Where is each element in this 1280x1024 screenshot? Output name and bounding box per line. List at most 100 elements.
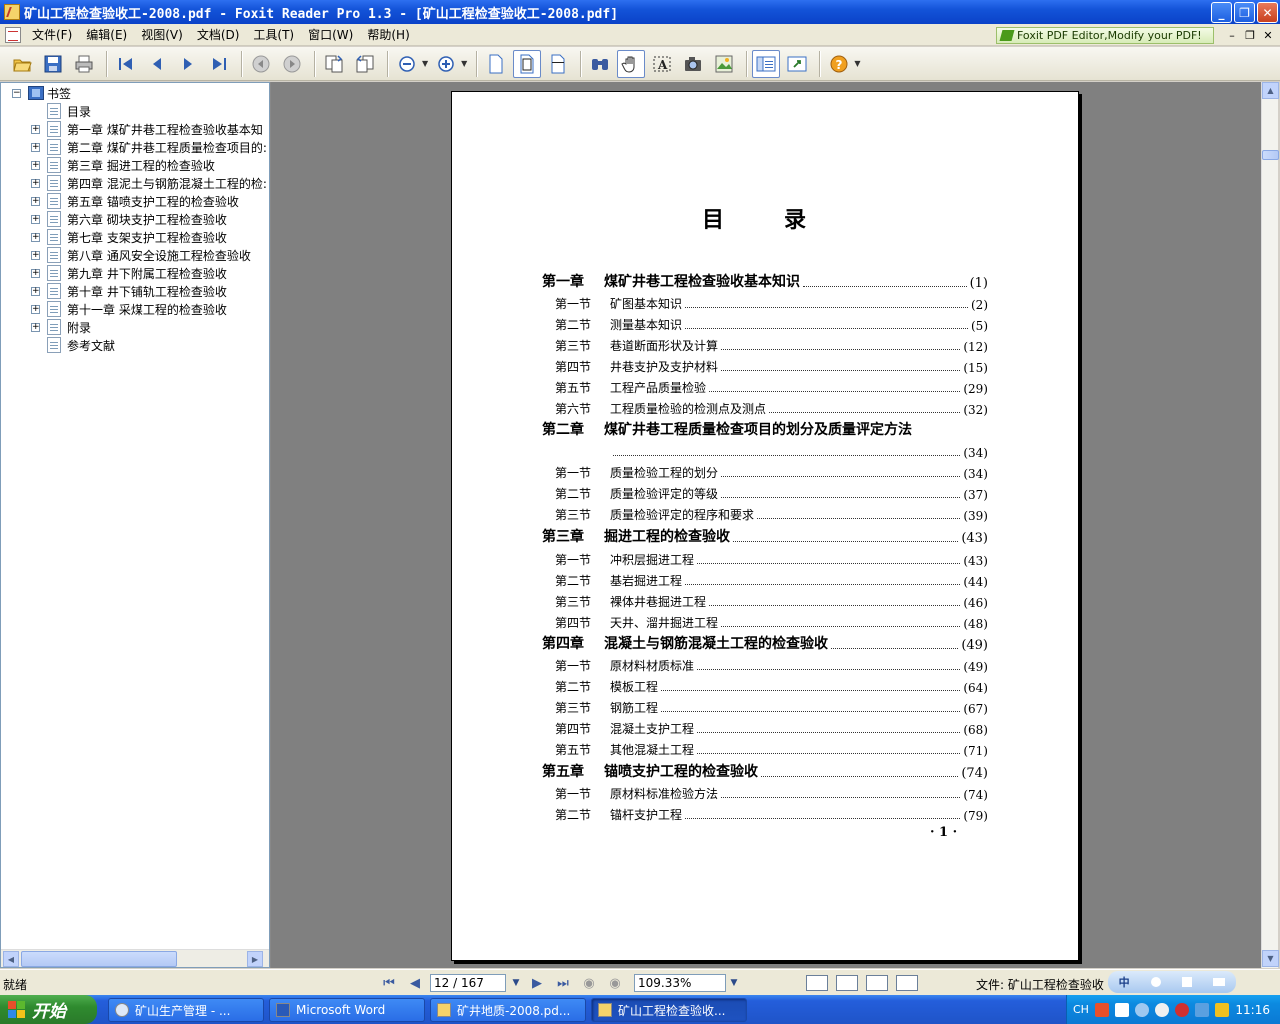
expand-icon[interactable]: + xyxy=(31,215,40,224)
bookmark-hscrollbar[interactable]: ◀ ▶ xyxy=(1,949,269,967)
snapshot-icon[interactable] xyxy=(679,50,707,78)
print-icon[interactable] xyxy=(70,50,98,78)
toc-chapter[interactable]: 第三章 掘进工程的检查验收 (43) xyxy=(542,525,988,546)
toc-section[interactable]: (34) xyxy=(610,439,988,460)
page-number-input[interactable]: 12 / 167 xyxy=(430,974,506,992)
expand-icon[interactable]: + xyxy=(31,125,40,134)
expand-icon[interactable]: + xyxy=(31,143,40,152)
menu-edit[interactable]: 编辑(E) xyxy=(79,24,134,46)
toc-chapter[interactable]: 第一章 煤矿井巷工程检查验收基本知识 (1) xyxy=(542,270,988,291)
toc-section[interactable]: 第五节 其他混凝土工程 (71) xyxy=(555,737,988,758)
doc-restore-button[interactable]: ❐ xyxy=(1242,27,1258,43)
close-button[interactable]: ✕ xyxy=(1257,2,1278,23)
scroll-right-icon[interactable]: ▶ xyxy=(247,951,263,967)
promo-banner[interactable]: Foxit PDF Editor,Modify your PDF! xyxy=(996,27,1214,44)
status-forward-icon[interactable]: ◉ xyxy=(602,973,628,993)
ime-chinese-label[interactable]: 中 xyxy=(1119,974,1130,990)
menu-view[interactable]: 视图(V) xyxy=(134,24,190,46)
bookmark-item[interactable]: + 第一章 煤矿井巷工程检查验收基本知 xyxy=(1,120,269,138)
expand-icon[interactable]: + xyxy=(31,251,40,260)
bookmark-root[interactable]: − 书签 xyxy=(1,84,269,102)
ime-punct-icon[interactable] xyxy=(1182,977,1193,987)
bookmark-item[interactable]: 参考文献 xyxy=(1,336,269,354)
help-dropdown-icon[interactable]: ▼ xyxy=(854,59,860,68)
toc-section[interactable]: 第一节 质量检验工程的划分 (34) xyxy=(555,460,988,481)
toc-section[interactable]: 第二节 基岩掘进工程 (44) xyxy=(555,568,988,589)
menu-document[interactable]: 文档(D) xyxy=(190,24,247,46)
toc-section[interactable]: 第三节 质量检验评定的程序和要求 (39) xyxy=(555,502,988,523)
pen-icon[interactable] xyxy=(1214,1002,1229,1017)
menu-help[interactable]: 帮助(H) xyxy=(360,24,416,46)
ime-moon-icon[interactable] xyxy=(1150,977,1161,987)
taskbar-item-word[interactable]: Microsoft Word xyxy=(269,998,425,1022)
document-icon[interactable] xyxy=(5,26,21,43)
expand-icon[interactable]: + xyxy=(31,179,40,188)
ime-toolbar[interactable]: 中 xyxy=(1108,971,1236,993)
toc-section[interactable]: 第一节 矿图基本知识 (2) xyxy=(555,291,988,312)
menu-window[interactable]: 窗口(W) xyxy=(301,24,360,46)
collapse-icon[interactable]: − xyxy=(12,89,21,98)
taskbar-item-mining-management[interactable]: 矿山生产管理 - ... xyxy=(108,998,264,1022)
zoom-in-dropdown-icon[interactable]: ▼ xyxy=(461,59,467,68)
toc-chapter[interactable]: 第二章 煤矿井巷工程质量检查项目的划分及质量评定方法 xyxy=(542,418,988,439)
toc-section[interactable]: 第五节 工程产品质量检验 (29) xyxy=(555,375,988,396)
bookmark-item[interactable]: + 第二章 煤矿井巷工程质量检查项目的: xyxy=(1,138,269,156)
facing-icon[interactable] xyxy=(866,975,888,991)
expand-icon[interactable]: + xyxy=(31,287,40,296)
vscroll-thumb[interactable] xyxy=(1262,150,1279,160)
tray-arrow-icon[interactable] xyxy=(1134,1002,1149,1017)
foxit-app-icon[interactable] xyxy=(4,4,20,20)
status-last-page-icon[interactable]: ⏭ xyxy=(550,973,576,993)
bookmark-item[interactable]: + 第五章 锚喷支护工程的检查验收 xyxy=(1,192,269,210)
network-icon[interactable] xyxy=(1194,1002,1209,1017)
scroll-up-icon[interactable]: ▲ xyxy=(1262,82,1279,99)
continuous-facing-icon[interactable] xyxy=(896,975,918,991)
bookmark-item[interactable]: + 第七章 支架支护工程检查验收 xyxy=(1,228,269,246)
first-page-icon[interactable] xyxy=(112,50,140,78)
status-prev-page-icon[interactable]: ◀ xyxy=(402,973,428,993)
status-first-page-icon[interactable]: ⏮ xyxy=(376,973,402,993)
antivirus-icon[interactable] xyxy=(1174,1002,1189,1017)
expand-icon[interactable]: + xyxy=(31,161,40,170)
bookmark-item[interactable]: 目录 xyxy=(1,102,269,120)
toc-section[interactable]: 第一节 冲积层掘进工程 (43) xyxy=(555,547,988,568)
help-icon[interactable]: ? xyxy=(825,50,853,78)
toc-section[interactable]: 第二节 锚杆支护工程 (79) xyxy=(555,802,988,823)
expand-icon[interactable]: + xyxy=(31,269,40,278)
bookmark-panel-icon[interactable] xyxy=(752,49,781,78)
scroll-left-icon[interactable]: ◀ xyxy=(3,951,19,967)
doc-minimize-button[interactable]: – xyxy=(1224,27,1240,43)
full-screen-icon[interactable] xyxy=(783,50,811,78)
bookmark-item[interactable]: + 第三章 掘进工程的检查验收 xyxy=(1,156,269,174)
taskbar-item-inspection-pdf[interactable]: 矿山工程检查验收... xyxy=(591,998,747,1022)
toc-section[interactable]: 第三节 裸体井巷掘进工程 (46) xyxy=(555,589,988,610)
status-next-page-icon[interactable]: ▶ xyxy=(524,973,550,993)
hscroll-thumb[interactable] xyxy=(21,951,177,967)
bookmark-item[interactable]: + 第九章 井下附属工程检查验收 xyxy=(1,264,269,282)
toc-section[interactable]: 第三节 钢筋工程 (67) xyxy=(555,695,988,716)
expand-icon[interactable]: + xyxy=(31,305,40,314)
page-dropdown-icon[interactable]: ▼ xyxy=(508,974,524,992)
toc-section[interactable]: 第六节 工程质量检验的检测点及测点 (32) xyxy=(555,396,988,417)
toc-chapter[interactable]: 第五章 锚喷支护工程的检查验收 (74) xyxy=(542,760,988,781)
toc-chapter[interactable]: 第四章 混凝土与钢筋混凝土工程的检查验收 (49) xyxy=(542,632,988,653)
qq-icon[interactable] xyxy=(1154,1002,1169,1017)
select-text-icon[interactable]: A xyxy=(648,50,676,78)
last-page-icon[interactable] xyxy=(205,50,233,78)
toc-section[interactable]: 第三节 巷道断面形状及计算 (12) xyxy=(555,333,988,354)
toc-section[interactable]: 第一节 原材料标准检验方法 (74) xyxy=(555,781,988,802)
actual-size-icon[interactable] xyxy=(482,50,510,78)
select-graphics-icon[interactable] xyxy=(710,50,738,78)
zoom-out-icon[interactable] xyxy=(393,50,421,78)
zoom-out-dropdown-icon[interactable]: ▼ xyxy=(422,59,428,68)
continuous-icon[interactable] xyxy=(836,975,858,991)
minimize-button[interactable]: _ xyxy=(1211,2,1232,23)
bookmark-item[interactable]: + 第十章 井下铺轨工程检查验收 xyxy=(1,282,269,300)
start-button[interactable]: 开始 xyxy=(0,995,97,1024)
toc-section[interactable]: 第一节 原材料材质标准 (49) xyxy=(555,653,988,674)
ime-keyboard-icon[interactable] xyxy=(1213,978,1226,986)
document-vscrollbar[interactable]: ▲ ▼ xyxy=(1261,82,1279,968)
save-icon[interactable] xyxy=(39,50,67,78)
fit-page-icon[interactable] xyxy=(513,49,542,78)
toc-section[interactable]: 第四节 混凝土支护工程 (68) xyxy=(555,716,988,737)
